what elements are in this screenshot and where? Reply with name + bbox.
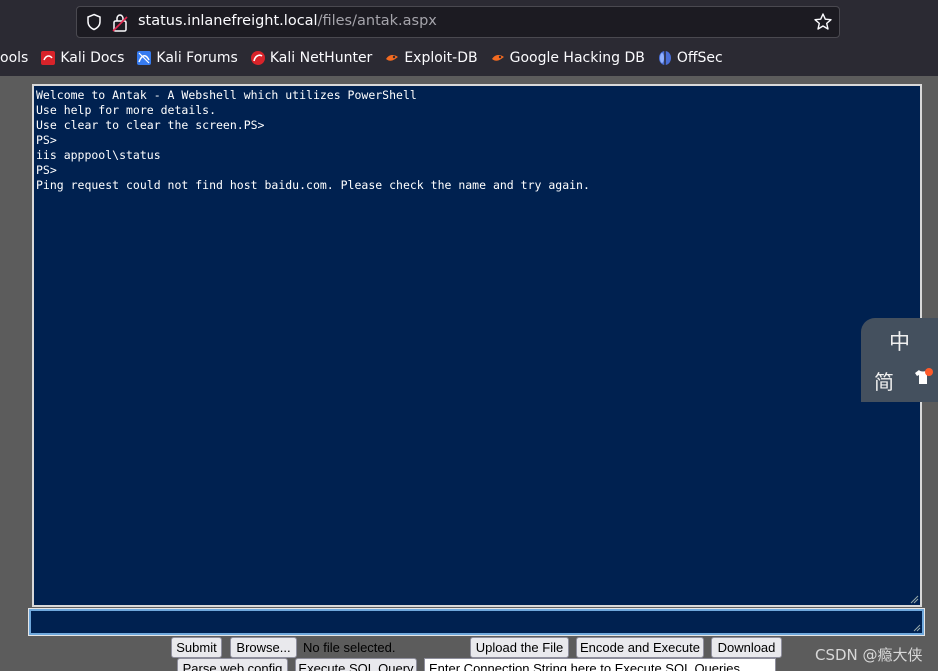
- submit-button[interactable]: Submit: [171, 637, 222, 658]
- download-button[interactable]: Download: [711, 637, 782, 658]
- google-hacking-db-icon: [491, 54, 504, 61]
- bookmark-label: ools: [0, 50, 29, 66]
- url-text[interactable]: status.inlanefreight.local/files/antak.a…: [138, 13, 437, 29]
- console-output[interactable]: Welcome to Antak - A Webshell which util…: [32, 84, 922, 607]
- skin-shirt-icon[interactable]: [913, 368, 933, 386]
- bookmark-label: Kali NetHunter: [269, 50, 373, 66]
- bookmark-kali-docs[interactable]: Kali Docs: [40, 50, 124, 66]
- kali-docs-icon: [41, 51, 56, 65]
- bookmark-offsec[interactable]: OffSec: [657, 50, 723, 66]
- bookmarks-toolbar: ools Kali Docs Kali Forums Kali NetHunte…: [0, 44, 735, 72]
- exploit-db-icon: [386, 54, 399, 61]
- bookmark-tools[interactable]: ools: [0, 50, 28, 66]
- bookmark-label: Kali Docs: [60, 50, 125, 66]
- ime-mode-toggle[interactable]: 中: [889, 326, 910, 356]
- lock-warning-icon[interactable]: [111, 13, 129, 33]
- bookmark-star-icon[interactable]: [813, 12, 833, 32]
- upload-file-button[interactable]: Upload the File: [470, 637, 569, 658]
- resize-grip-icon[interactable]: [913, 624, 921, 632]
- bookmark-label: Exploit-DB: [404, 50, 478, 66]
- watermark-text: CSDN @瘾大侠: [815, 646, 923, 664]
- bookmark-label: Kali Forums: [156, 50, 238, 66]
- url-host: status.inlanefreight.local: [138, 13, 318, 29]
- console-text: Welcome to Antak - A Webshell which util…: [36, 88, 590, 192]
- parse-web-config-button[interactable]: Parse web.config: [177, 658, 288, 671]
- connection-string-input[interactable]: Enter Connection String here to Execute …: [424, 658, 776, 671]
- file-status-label: No file selected.: [303, 640, 396, 655]
- url-path: /files/antak.aspx: [317, 13, 437, 29]
- ime-floating-toolbar[interactable]: 中 简: [861, 318, 938, 402]
- tracking-shield-icon[interactable]: [85, 13, 103, 31]
- browse-button[interactable]: Browse...: [230, 637, 297, 658]
- bookmark-kali-forums[interactable]: Kali Forums: [136, 50, 238, 66]
- offsec-icon: [658, 51, 671, 65]
- command-input[interactable]: [28, 608, 925, 636]
- execute-sql-button[interactable]: Execute SQL Query: [295, 658, 417, 671]
- page-body: Welcome to Antak - A Webshell which util…: [0, 76, 938, 671]
- bookmark-google-hacking-db[interactable]: Google Hacking DB: [490, 50, 645, 66]
- ime-script-toggle[interactable]: 简: [874, 366, 894, 395]
- address-bar[interactable]: status.inlanefreight.local/files/antak.a…: [76, 6, 840, 38]
- browser-chrome: status.inlanefreight.local/files/antak.a…: [0, 0, 938, 76]
- bookmark-label: OffSec: [676, 50, 723, 66]
- kali-forums-icon: [137, 51, 152, 65]
- encode-execute-button[interactable]: Encode and Execute: [576, 637, 704, 658]
- bookmark-kali-nethunter[interactable]: Kali NetHunter: [250, 50, 372, 66]
- resize-grip-icon[interactable]: [909, 594, 919, 604]
- bookmark-label: Google Hacking DB: [509, 50, 645, 66]
- kali-nethunter-icon: [250, 51, 265, 65]
- bookmark-exploit-db[interactable]: Exploit-DB: [384, 50, 478, 66]
